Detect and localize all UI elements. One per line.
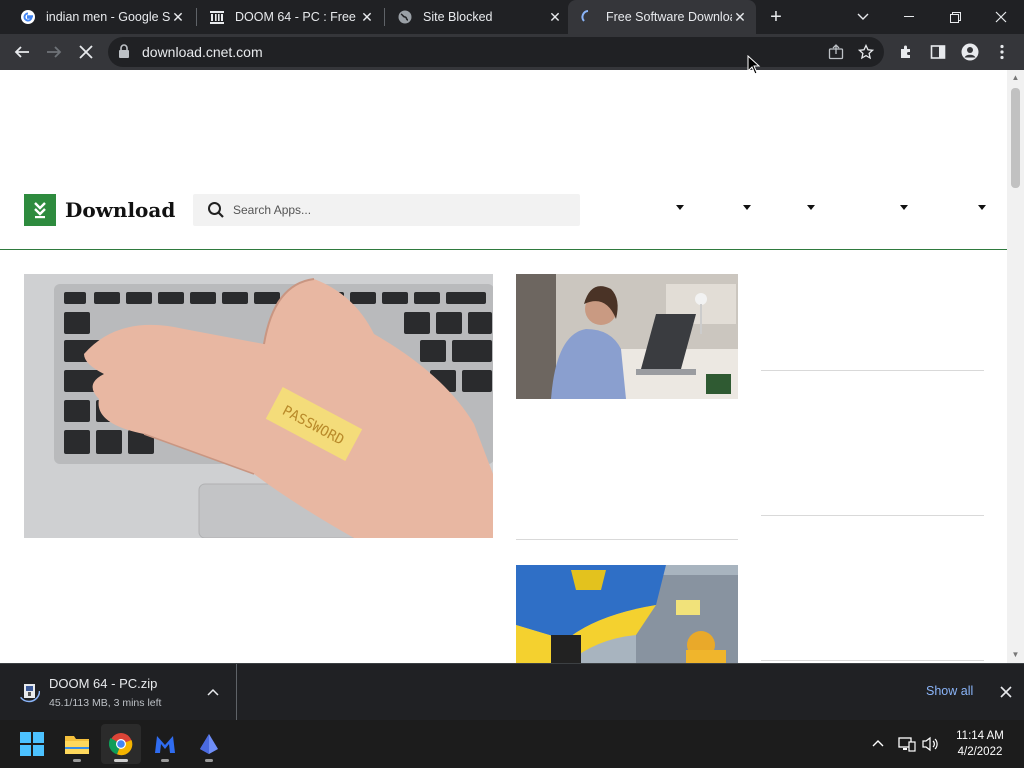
- side-panel-icon[interactable]: [924, 38, 952, 66]
- site-header: Download: [0, 180, 1007, 250]
- system-clock[interactable]: 11:14 AM 4/2/2022: [948, 728, 1012, 760]
- running-indicator: [73, 759, 81, 762]
- profile-avatar-icon[interactable]: [956, 38, 984, 66]
- loading-icon: [580, 9, 596, 25]
- running-indicator: [205, 759, 213, 762]
- close-tab-icon[interactable]: ✕: [732, 9, 748, 25]
- nav-dropdown-caret-icon[interactable]: [978, 205, 986, 210]
- menu-kebab-icon[interactable]: [988, 38, 1016, 66]
- close-tab-icon[interactable]: ✕: [170, 9, 186, 25]
- globe-icon: [397, 9, 413, 25]
- scroll-up-arrow-icon[interactable]: ▲: [1011, 74, 1020, 82]
- start-icon[interactable]: [12, 724, 52, 764]
- divider: [516, 539, 738, 540]
- url-text[interactable]: download.cnet.com: [142, 44, 263, 60]
- download-logo-icon: [24, 194, 56, 226]
- forward-button[interactable]: [40, 38, 68, 66]
- file-explorer-icon[interactable]: [57, 724, 97, 764]
- clock-date: 4/2/2022: [957, 746, 1003, 758]
- browser-toolbar: download.cnet.com: [0, 34, 1024, 70]
- chrome-icon[interactable]: [101, 724, 141, 764]
- site-logo[interactable]: Download: [24, 194, 175, 226]
- web-page: Download Search Apps... PASSWORD ▲ ▼: [0, 70, 1024, 663]
- close-tab-icon[interactable]: ✕: [547, 9, 563, 25]
- tab-title: Free Software Downloa: [606, 10, 732, 24]
- featured-article-image[interactable]: PASSWORD: [24, 274, 493, 538]
- archive-icon: [209, 9, 225, 25]
- running-indicator: [161, 759, 169, 762]
- nav-dropdown-caret-icon[interactable]: [900, 205, 908, 210]
- tab-title: Site Blocked: [423, 10, 493, 24]
- running-indicator: [114, 759, 128, 762]
- tab-free-software-downloads[interactable]: Free Software Downloa ✕: [568, 0, 756, 34]
- close-tab-icon[interactable]: ✕: [359, 9, 375, 25]
- google-icon: [20, 9, 36, 25]
- article-thumbnail[interactable]: [516, 274, 738, 399]
- nav-dropdown-caret-icon[interactable]: [676, 205, 684, 210]
- download-item[interactable]: DOOM 64 - PC.zip 45.1/113 MB, 3 mins lef…: [0, 664, 237, 721]
- clock-time: 11:14 AM: [956, 730, 1004, 742]
- vertical-scrollbar[interactable]: ▲ ▼: [1007, 70, 1024, 663]
- tab-title: indian men - Google Se: [46, 10, 170, 24]
- article-thumbnail[interactable]: [516, 565, 738, 663]
- close-window-button[interactable]: [978, 0, 1024, 34]
- download-file-name: DOOM 64 - PC.zip: [49, 676, 158, 691]
- tab-strip: indian men - Google Se ✕ DOOM 64 - PC : …: [0, 0, 1024, 34]
- nav-dropdown-caret-icon[interactable]: [807, 205, 815, 210]
- address-bar[interactable]: download.cnet.com: [108, 37, 884, 67]
- bookmark-star-icon[interactable]: [852, 38, 880, 66]
- tab-google-search[interactable]: indian men - Google Se ✕: [8, 0, 194, 34]
- zip-file-icon: [17, 679, 41, 703]
- restore-button[interactable]: [932, 0, 978, 34]
- back-button[interactable]: [8, 38, 36, 66]
- stop-loading-button[interactable]: [72, 38, 100, 66]
- search-input[interactable]: [233, 194, 563, 226]
- lock-icon[interactable]: [118, 44, 132, 60]
- extensions-icon[interactable]: [892, 38, 920, 66]
- tab-title: DOOM 64 - PC : Free D: [235, 10, 359, 24]
- minimize-button[interactable]: [886, 0, 932, 34]
- chevron-up-icon[interactable]: [205, 684, 221, 700]
- scrollbar-thumb[interactable]: [1011, 88, 1020, 188]
- network-icon[interactable]: [898, 736, 916, 755]
- search-box[interactable]: [193, 194, 580, 226]
- windows-taskbar: 11:14 AM 4/2/2022: [0, 720, 1024, 768]
- divider: [761, 515, 984, 516]
- divider: [761, 660, 984, 661]
- volume-icon[interactable]: [922, 736, 940, 755]
- app-icon[interactable]: [189, 724, 229, 764]
- close-download-shelf-icon[interactable]: [996, 682, 1016, 702]
- nav-dropdown-caret-icon[interactable]: [743, 205, 751, 210]
- scroll-down-arrow-icon[interactable]: ▼: [1011, 651, 1020, 659]
- chevron-up-tray-icon[interactable]: [872, 734, 884, 750]
- malwarebytes-icon[interactable]: [145, 724, 185, 764]
- logo-text: Download: [65, 198, 176, 222]
- new-tab-button[interactable]: +: [764, 5, 788, 29]
- show-all-downloads-link[interactable]: Show all: [926, 684, 973, 698]
- share-icon[interactable]: [822, 38, 850, 66]
- mouse-cursor-icon: [747, 55, 761, 75]
- tab-site-blocked[interactable]: Site Blocked ✕: [385, 0, 571, 34]
- tab-search-chevron-icon[interactable]: [840, 0, 886, 34]
- divider: [761, 370, 984, 371]
- download-shelf: DOOM 64 - PC.zip 45.1/113 MB, 3 mins lef…: [0, 663, 1024, 721]
- download-progress-text: 45.1/113 MB, 3 mins left: [49, 697, 162, 709]
- search-icon[interactable]: [207, 201, 225, 219]
- tab-doom64[interactable]: DOOM 64 - PC : Free D ✕: [197, 0, 383, 34]
